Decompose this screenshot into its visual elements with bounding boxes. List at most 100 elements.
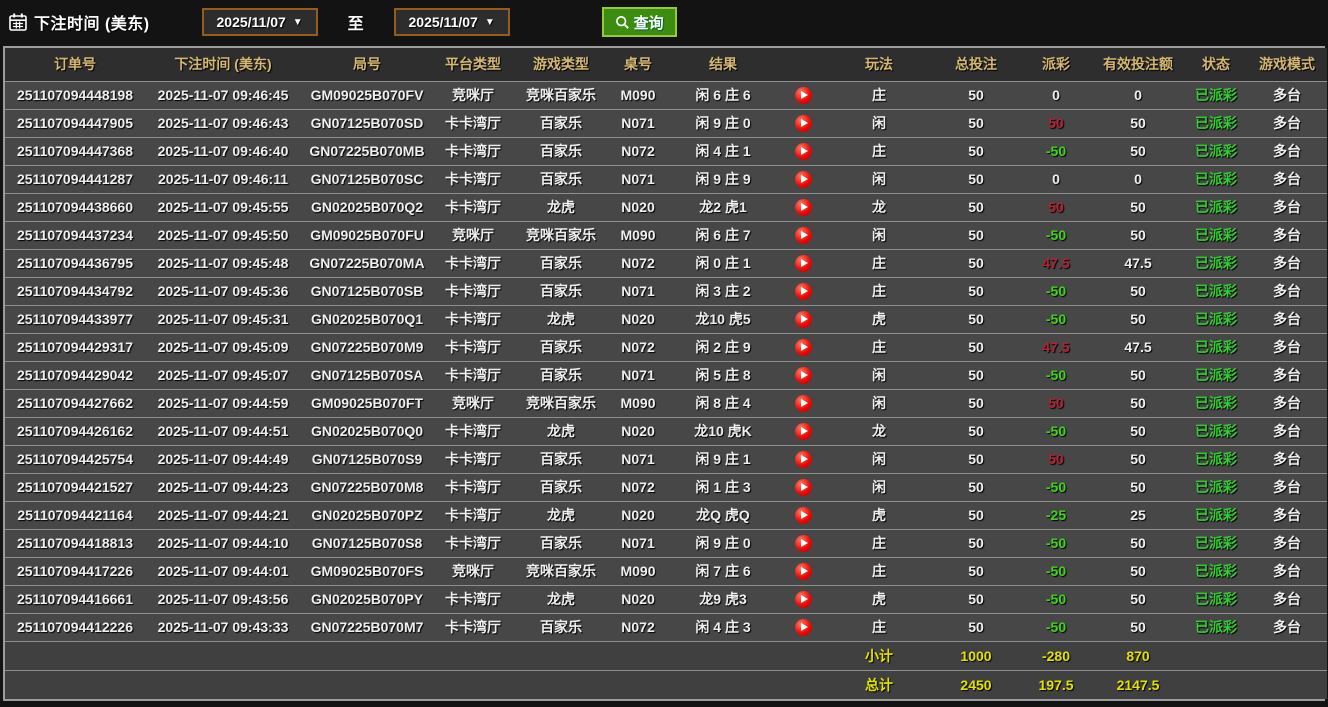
video-cell [779,277,827,305]
table-row: 251107094429317 2025-11-07 09:45:09 GN07… [5,333,1327,361]
valid-bet-cell: 50 [1091,389,1185,417]
table-row: 251107094441287 2025-11-07 09:46:11 GN07… [5,165,1327,193]
calendar-icon [9,13,27,31]
game-mode-cell: 多台 [1247,137,1327,165]
game-type-cell: 百家乐 [513,277,609,305]
header-row: 订单号 下注时间 (美东) 局号 平台类型 游戏类型 桌号 结果 玩法 总投注 … [5,48,1327,81]
table-number-cell: N071 [609,109,667,137]
video-cell [779,529,827,557]
bet-time-cell: 2025-11-07 09:43:33 [145,613,301,641]
date-to-select[interactable]: 2025/11/07 ▼ [393,8,510,36]
table-row: 251107094418813 2025-11-07 09:44:10 GN07… [5,529,1327,557]
payout-cell: -50 [1021,305,1091,333]
payout-cell: -50 [1021,277,1091,305]
game-mode-cell: 多台 [1247,473,1327,501]
subtotal-payout: -280 [1021,641,1091,670]
replay-video-icon[interactable] [794,478,812,496]
platform-type-cell: 卡卡湾厅 [433,585,513,613]
replay-video-icon[interactable] [794,590,812,608]
table-number-cell: N071 [609,277,667,305]
bet-time-cell: 2025-11-07 09:44:23 [145,473,301,501]
result-cell: 闲 4 庄 3 [667,613,779,641]
replay-video-icon[interactable] [794,394,812,412]
total-bet-cell: 50 [931,585,1021,613]
status-cell: 已派彩 [1185,613,1247,641]
round-number-cell: GN07125B070S9 [301,445,433,473]
video-cell [779,333,827,361]
result-cell: 闲 9 庄 9 [667,165,779,193]
replay-video-icon[interactable] [794,450,812,468]
platform-type-cell: 卡卡湾厅 [433,277,513,305]
valid-bet-cell: 50 [1091,305,1185,333]
payout-cell: 0 [1021,81,1091,109]
table-row: 251107094426162 2025-11-07 09:44:51 GN02… [5,417,1327,445]
round-number-cell: GM09025B070FU [301,221,433,249]
table-number-cell: N020 [609,585,667,613]
status-cell: 已派彩 [1185,277,1247,305]
game-type-cell: 百家乐 [513,613,609,641]
replay-video-icon[interactable] [794,86,812,104]
col-header-game-mode: 游戏模式 [1247,48,1327,81]
game-type-cell: 竞咪百家乐 [513,557,609,585]
bet-time-cell: 2025-11-07 09:45:09 [145,333,301,361]
total-bet-cell: 50 [931,501,1021,529]
replay-video-icon[interactable] [794,310,812,328]
game-type-cell: 竞咪百家乐 [513,81,609,109]
bet-time-cell: 2025-11-07 09:45:55 [145,193,301,221]
replay-video-icon[interactable] [794,226,812,244]
valid-bet-cell: 50 [1091,585,1185,613]
play-method-cell: 闲 [827,389,931,417]
round-number-cell: GN07125B070S8 [301,529,433,557]
payout-cell: -50 [1021,529,1091,557]
replay-video-icon[interactable] [794,170,812,188]
total-label: 总计 [827,670,931,699]
status-cell: 已派彩 [1185,165,1247,193]
replay-video-icon[interactable] [794,282,812,300]
filter-toolbar: 下注时间 (美东) 2025/11/07 ▼ 至 2025/11/07 ▼ 查询 [0,0,1328,44]
order-number-cell: 251107094441287 [5,165,145,193]
order-number-cell: 251107094416661 [5,585,145,613]
play-method-cell: 龙 [827,417,931,445]
replay-video-icon[interactable] [794,254,812,272]
valid-bet-cell: 50 [1091,445,1185,473]
replay-video-icon[interactable] [794,506,812,524]
table-number-cell: N020 [609,501,667,529]
platform-type-cell: 卡卡湾厅 [433,613,513,641]
result-cell: 闲 9 庄 1 [667,445,779,473]
valid-bet-cell: 0 [1091,165,1185,193]
replay-video-icon[interactable] [794,142,812,160]
table-number-cell: N071 [609,529,667,557]
replay-video-icon[interactable] [794,338,812,356]
replay-video-icon[interactable] [794,198,812,216]
game-mode-cell: 多台 [1247,193,1327,221]
payout-cell: -25 [1021,501,1091,529]
video-cell [779,557,827,585]
game-type-cell: 龙虎 [513,585,609,613]
col-header-valid-bet: 有效投注额 [1091,48,1185,81]
replay-video-icon[interactable] [794,366,812,384]
total-bet-cell: 50 [931,193,1021,221]
replay-video-icon[interactable] [794,618,812,636]
total-bet-cell: 50 [931,109,1021,137]
game-type-cell: 龙虎 [513,417,609,445]
query-button-label: 查询 [633,14,664,32]
play-method-cell: 闲 [827,221,931,249]
platform-type-cell: 卡卡湾厅 [433,445,513,473]
total-bet-cell: 50 [931,417,1021,445]
date-from-select[interactable]: 2025/11/07 ▼ [201,8,318,36]
round-number-cell: GN07225B070MA [301,249,433,277]
replay-video-icon[interactable] [794,114,812,132]
play-method-cell: 庄 [827,333,931,361]
platform-type-cell: 竞咪厅 [433,557,513,585]
table-row: 251107094425754 2025-11-07 09:44:49 GN07… [5,445,1327,473]
round-number-cell: GN07125B070SC [301,165,433,193]
replay-video-icon[interactable] [794,534,812,552]
replay-video-icon[interactable] [794,422,812,440]
subtotal-row: 小计 1000 -280 870 [5,641,1327,670]
platform-type-cell: 竞咪厅 [433,221,513,249]
replay-video-icon[interactable] [794,562,812,580]
valid-bet-cell: 50 [1091,221,1185,249]
query-button[interactable]: 查询 [601,7,677,37]
game-type-cell: 竞咪百家乐 [513,221,609,249]
result-cell: 闲 1 庄 3 [667,473,779,501]
